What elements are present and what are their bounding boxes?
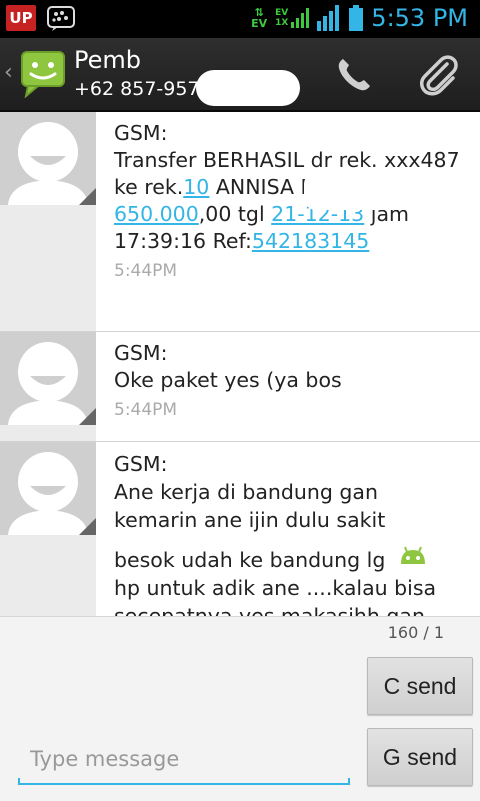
message-text: GSM: Oke paket yes (ya bos 5:44PM [114,340,466,426]
message-timestamp: 5:44PM [114,400,178,420]
signal-strength-2-icon [317,5,340,31]
battery-icon [349,5,364,31]
compose-panel: 160 / 1 C send G send [0,616,480,801]
default-avatar-icon [8,122,96,205]
up-notification-icon[interactable]: UP [6,5,36,31]
message-line: secepatnya yes makasihh gan [114,604,425,616]
reference-link[interactable]: 542183145 [252,229,369,253]
message-text: GSM: Ane kerja di bandung gan kemarin an… [114,450,466,616]
message-text-part: Oke paket yes (ya bos [114,368,342,392]
character-counter: 160 / 1 [387,623,444,642]
paperclip-icon [420,55,458,96]
message-input-wrapper [18,735,350,787]
default-avatar-icon [8,452,96,535]
message-sender: GSM: [114,452,168,476]
g-send-button[interactable]: G send [367,728,473,786]
contact-avatar[interactable] [0,112,96,205]
default-avatar-icon [8,342,96,425]
message-timestamp: 5:44PM [114,261,178,281]
conversation-header: ‹ Pemb +62 857-9579- [0,38,480,112]
message-line: kemarin ane ijin dulu sakit [114,508,386,532]
message-item[interactable]: GSM: Oke paket yes (ya bos 5:44PM [0,332,480,442]
contact-avatar[interactable] [0,442,96,535]
contact-avatar[interactable] [0,332,96,425]
redaction-mark [304,172,464,210]
message-sender: GSM: [114,341,168,365]
data-transfer-icon: ⇅ EV [251,6,268,30]
status-bar: UP ⇅ EV EV 1X 5:53 PM [0,0,480,38]
back-chevron-icon[interactable]: ‹ [4,60,13,85]
message-input[interactable] [18,735,350,783]
message-line: besok udah ke bandung lg [114,548,386,572]
message-line: Ane kerja di bandung gan [114,480,378,504]
phone-icon [338,59,370,91]
account-number-link[interactable]: 10 [183,175,209,199]
message-item[interactable]: GSM: Transfer BERHASIL dr rek. xxx487 ke… [0,112,480,332]
message-item[interactable]: GSM: Ane kerja di bandung gan kemarin an… [0,442,480,616]
redaction-mark [196,70,300,106]
message-sender: GSM: [114,121,168,145]
call-button[interactable] [326,50,382,100]
c-send-button[interactable]: C send [367,657,473,715]
input-underline [18,778,350,785]
signal-strength-1-icon: EV 1X [275,8,310,28]
message-text-part: ,00 tgl [198,202,272,226]
clock: 5:53 PM [371,4,468,32]
messaging-app-icon[interactable] [18,48,68,98]
message-list[interactable]: GSM: Transfer BERHASIL dr rek. xxx487 ke… [0,112,480,616]
blackberry-messenger-icon[interactable] [46,5,76,31]
attach-button[interactable] [408,48,468,102]
amount-link[interactable]: 650.000 [114,202,199,226]
message-line: hp untuk adik ane ....kalau bisa [114,576,437,600]
contact-name: Pemb [74,46,141,74]
android-emoji-icon [400,546,425,564]
